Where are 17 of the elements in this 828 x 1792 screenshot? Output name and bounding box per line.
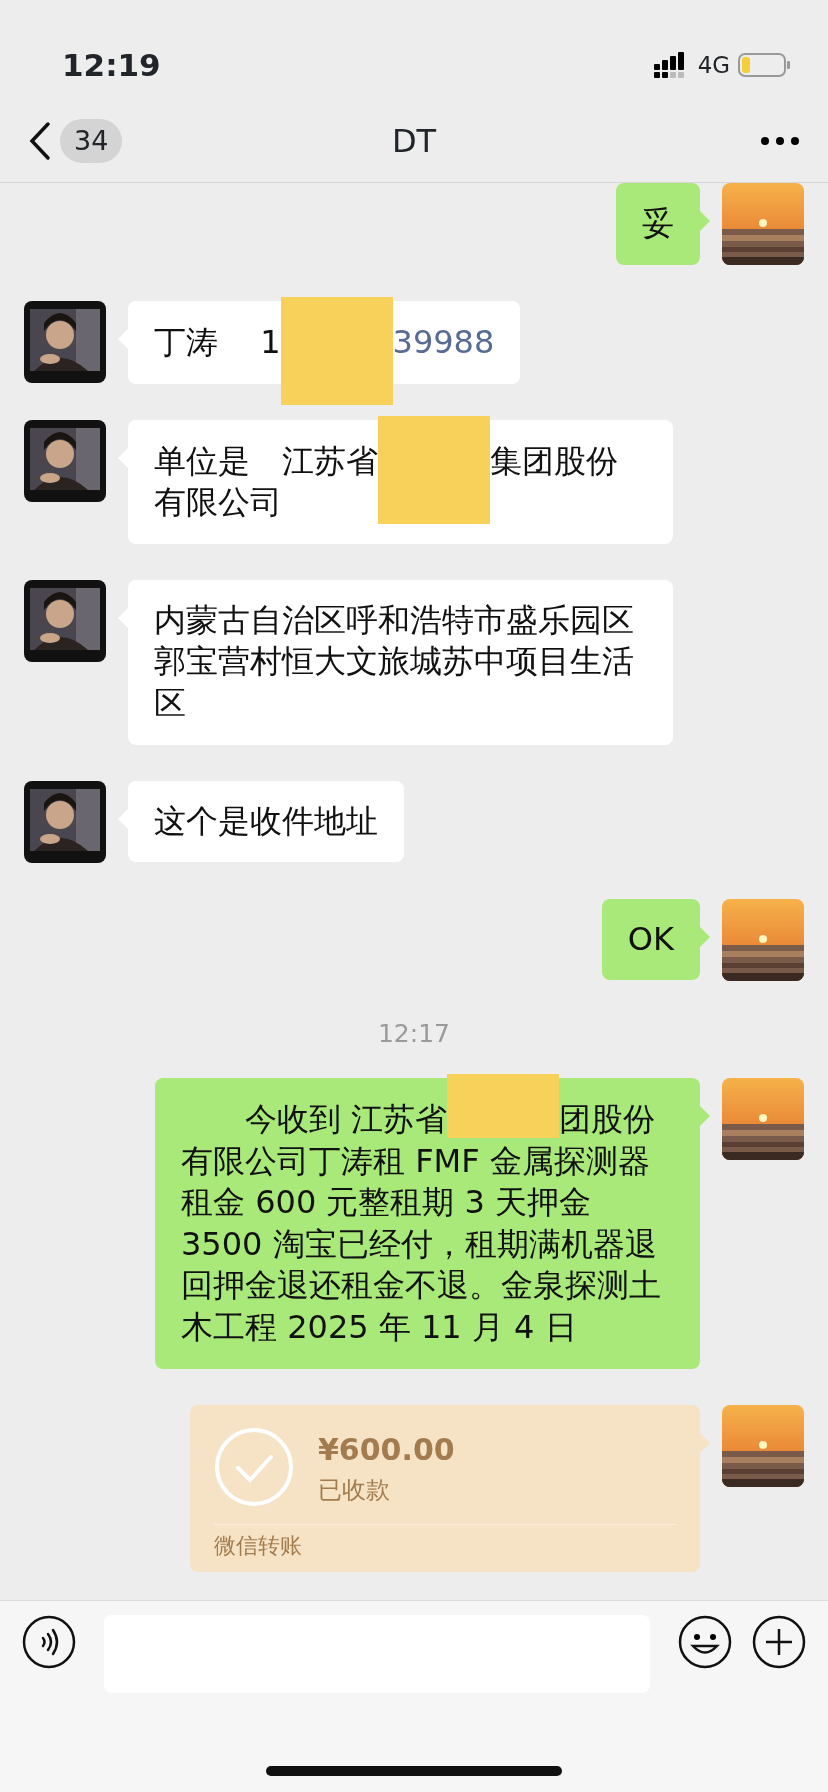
battery-icon <box>738 52 792 78</box>
emoji-icon[interactable] <box>678 1615 732 1669</box>
amount-text: ¥600.00 <box>318 1430 455 1469</box>
timestamp: 12:17 <box>376 1017 451 1050</box>
transfer-label: 微信转账 <box>214 1523 676 1562</box>
phone-link[interactable]: 39988 <box>392 323 495 361</box>
status-text: 已收款 <box>318 1474 391 1506</box>
clock-time: 12:19 <box>62 45 161 85</box>
check-icon <box>214 1427 294 1508</box>
unread-count[interactable]: 34 <box>60 118 123 164</box>
plus-icon[interactable] <box>752 1615 806 1669</box>
back-icon[interactable] <box>28 121 52 161</box>
more-icon[interactable] <box>760 136 800 146</box>
chat-title: DT <box>391 121 437 162</box>
voice-icon[interactable] <box>22 1615 76 1669</box>
transfer-card[interactable]: ¥600.00 已收款 微信转账 <box>190 1404 700 1572</box>
network-label: 4G <box>697 50 730 80</box>
